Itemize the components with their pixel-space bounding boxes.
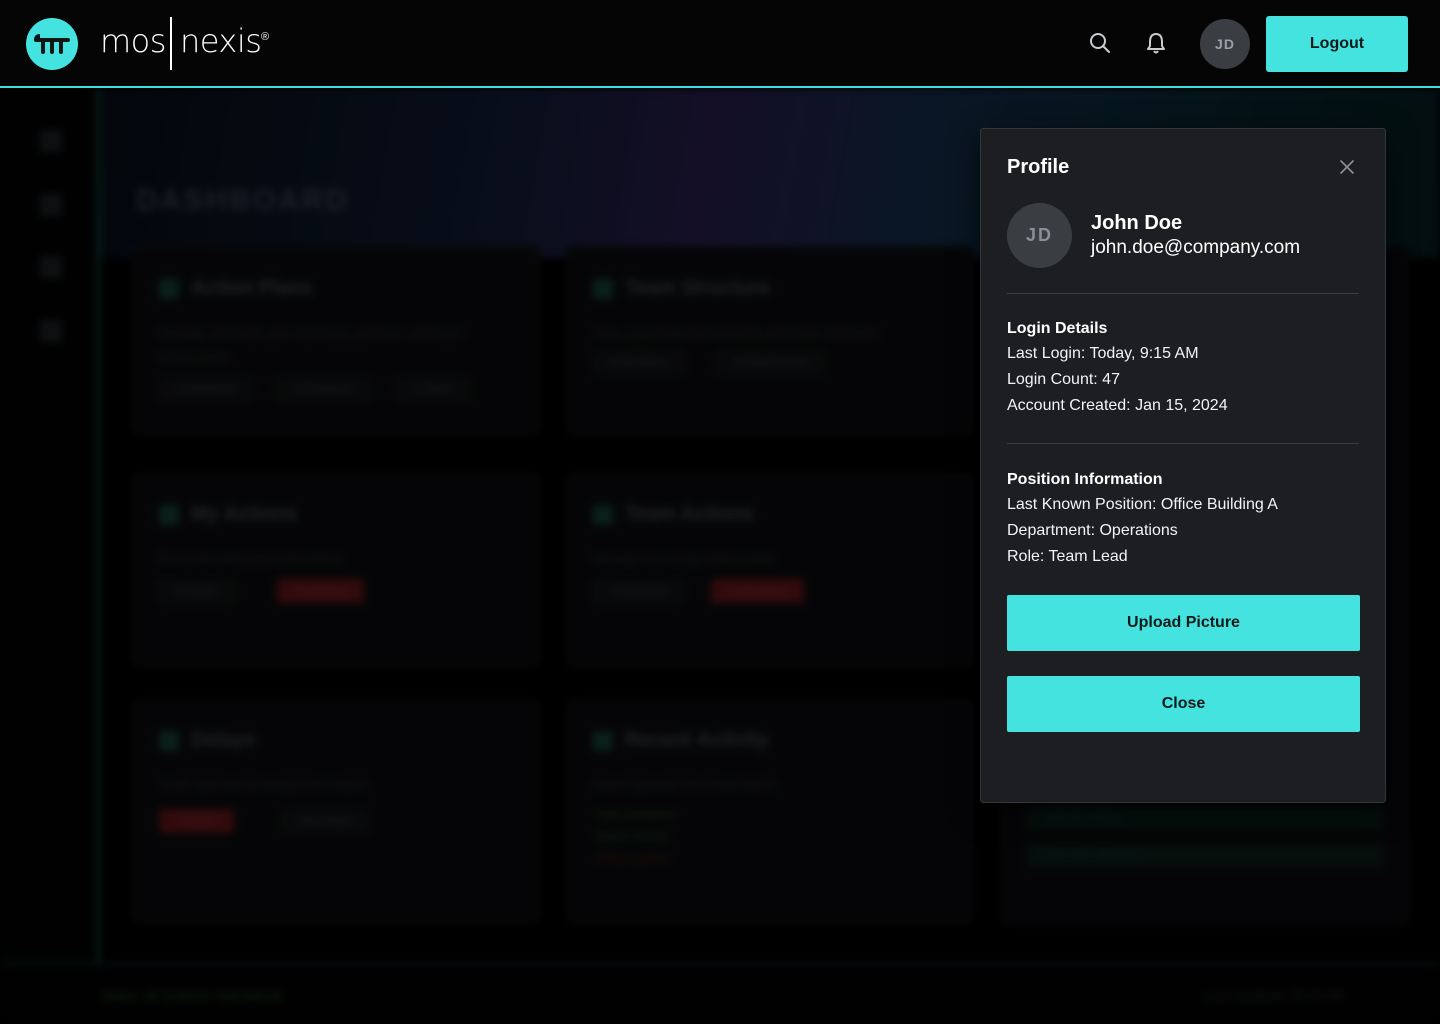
user-email: john.doe@company.com — [1091, 237, 1301, 258]
last-known-position: Last Known Position: Office Building A — [1007, 496, 1278, 513]
position-info-heading: Position Information — [1007, 471, 1163, 488]
search-icon[interactable] — [1088, 30, 1112, 56]
department: Department: Operations — [1007, 522, 1178, 539]
close-button[interactable]: Close — [1007, 676, 1360, 732]
logout-button[interactable]: Logout — [1266, 16, 1408, 72]
upload-picture-button[interactable]: Upload Picture — [1007, 595, 1360, 651]
brand-name-nexis: nexis — [180, 22, 262, 60]
login-count: Login Count: 47 — [1007, 371, 1120, 388]
user-name: John Doe — [1091, 212, 1183, 234]
brand-separator — [170, 17, 172, 70]
bell-icon[interactable] — [1144, 30, 1168, 56]
profile-avatar: JD — [1007, 203, 1072, 268]
panel-title: Profile — [1007, 156, 1070, 178]
login-details-heading: Login Details — [1007, 320, 1108, 337]
logo-icon[interactable] — [26, 18, 78, 70]
account-created: Account Created: Jan 15, 2024 — [1007, 397, 1228, 414]
divider — [1007, 443, 1359, 444]
top-header: mos nexis ® JD Logout — [0, 0, 1440, 88]
close-icon[interactable] — [1335, 155, 1359, 179]
role: Role: Team Lead — [1007, 548, 1128, 565]
last-login: Last Login: Today, 9:15 AM — [1007, 345, 1199, 362]
divider — [1007, 293, 1359, 294]
registered-mark: ® — [261, 31, 270, 43]
user-avatar[interactable]: JD — [1200, 19, 1250, 69]
brand-name-mos: mos — [100, 22, 166, 60]
profile-panel: Profile JD John Doe john.doe@company.com… — [980, 128, 1386, 803]
